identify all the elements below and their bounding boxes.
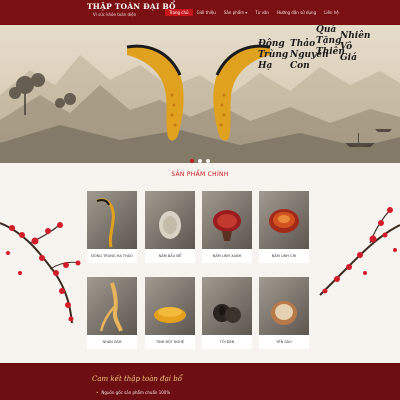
product-label: TỎI ĐEN [202, 335, 252, 349]
cordyceps-icon [87, 191, 137, 249]
product-card[interactable]: NẤM LINH XANH [202, 191, 252, 263]
nav-item-contact[interactable]: Liên hệ [320, 9, 343, 16]
logo-title: THẬP TOÀN ĐẠI BỔ [87, 2, 176, 11]
nav-item-consult[interactable]: Tư vấn [251, 9, 273, 16]
nav-item-about[interactable]: Giới thiệu [193, 9, 220, 16]
product-label: NẤM LINH XANH [202, 249, 252, 263]
poem-word: Nguyên [290, 50, 329, 60]
product-card[interactable]: TỎI ĐEN [202, 277, 252, 349]
section-title: SẢN PHẨM CHÍNH [171, 171, 229, 178]
nav-item-home[interactable]: Trang chủ [165, 9, 193, 16]
ginseng-icon [87, 277, 137, 335]
reishi-icon [202, 191, 252, 249]
poem-word: Con [290, 61, 310, 71]
product-label: YẾN SÀO [259, 335, 309, 349]
product-card[interactable]: ĐÔNG TRÙNG HẠ THẢO [87, 191, 137, 263]
product-card[interactable]: TINH BỘT NGHỆ [145, 277, 195, 349]
nav-item-products[interactable]: Sản phẩm ▾ [220, 9, 252, 16]
poem-word: Quà [316, 25, 337, 35]
poem-word: Tặng [316, 36, 342, 46]
plum-blossom-left-decoration [0, 222, 81, 324]
plum-blossom-right-decoration [319, 207, 400, 296]
poem-word: Hạ [258, 61, 273, 71]
product-label: TINH BỘT NGHỆ [145, 335, 195, 349]
poem-word: Vô [340, 42, 353, 52]
poem-word: Thiên [316, 47, 345, 57]
product-card[interactable]: NẤM LINH CHI [259, 191, 309, 263]
lingzhi-icon [259, 191, 309, 249]
products-section: SẢN PHẨM CHÍNH ĐÔNG TRÙNG HẠ THẢO NẤM BẦ… [0, 163, 400, 363]
commitment-section: Cam kết thập toàn đại bổ Nguồn gốc sản p… [0, 363, 400, 400]
black-garlic-icon [202, 277, 252, 335]
product-label: NHÂN SÂM [87, 335, 137, 349]
poem-word: Giá [340, 53, 357, 63]
logo-subtitle: Vì sức khỏe toàn diện [93, 12, 137, 17]
hero-banner[interactable]: Đông Trùng Hạ Thảo Nguyên Con Quà Tặng T… [0, 25, 400, 163]
product-label: ĐÔNG TRÙNG HẠ THẢO [87, 249, 137, 263]
hero-poem-left: Đông Trùng Hạ [258, 39, 289, 72]
poem-word: Đông [258, 39, 285, 49]
product-card[interactable]: NHÂN SÂM [87, 277, 137, 349]
commitment-title: Cam kết thập toàn đại bổ [92, 375, 182, 383]
nav-item-guide[interactable]: Hướng dẫn sử dụng [273, 9, 320, 16]
poem-word: Nhiên [340, 31, 371, 41]
commitment-item: Nguồn gốc sản phẩm chuẩn 100% [96, 390, 170, 395]
product-label: NẤM LINH CHI [259, 249, 309, 263]
bird-nest-icon [259, 277, 309, 335]
top-header: THẬP TOÀN ĐẠI BỔ Vì sức khỏe toàn diện T… [0, 0, 400, 25]
main-nav: Trang chủ Giới thiệu Sản phẩm ▾ Tư vấn H… [165, 9, 343, 16]
poem-word: Thảo [290, 39, 316, 49]
mushroom-icon [145, 191, 195, 249]
hero-poem-right: Quà Tặng Thiên [316, 25, 345, 58]
turmeric-icon [145, 277, 195, 335]
product-card[interactable]: NẤM BẦU ĐỂ [145, 191, 195, 263]
hero-poem-right-2: Nhiên Vô Giá [340, 31, 371, 64]
product-label: NẤM BẦU ĐỂ [145, 249, 195, 263]
site-logo[interactable]: THẬP TOÀN ĐẠI BỔ Vì sức khỏe toàn diện [87, 2, 176, 17]
product-card[interactable]: YẾN SÀO [259, 277, 309, 349]
hero-poem-left-2: Thảo Nguyên Con [290, 39, 329, 72]
poem-word: Trùng [258, 50, 289, 60]
